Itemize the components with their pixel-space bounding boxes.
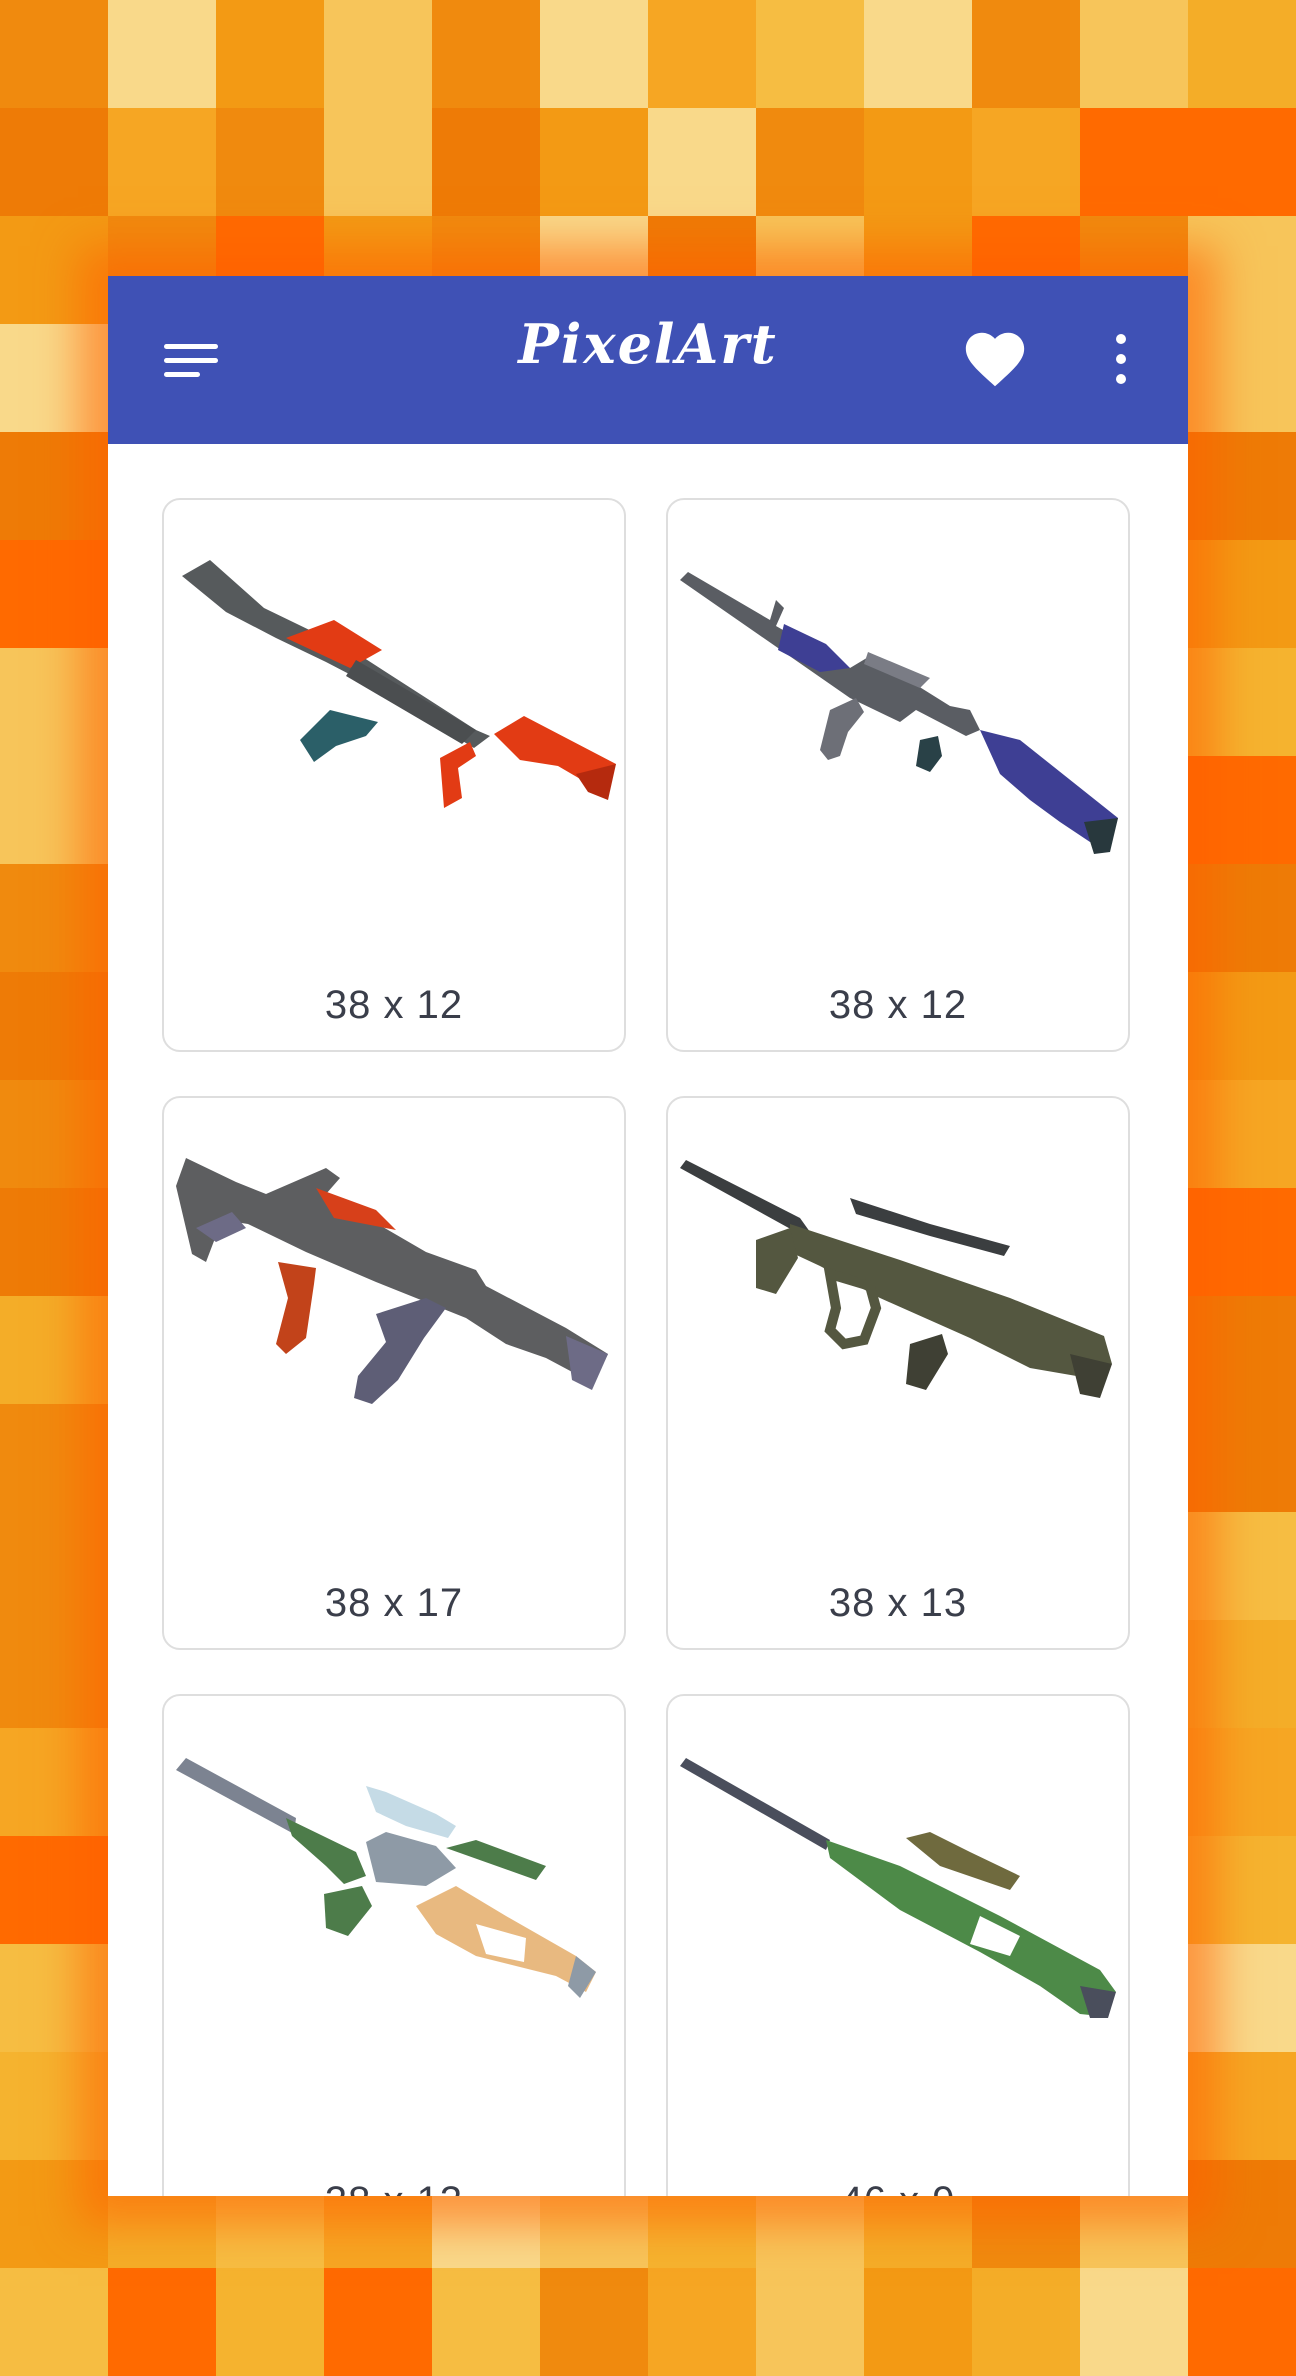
assault-rifle-red-thumbnail xyxy=(182,560,616,808)
mosaic-tile xyxy=(1080,2268,1188,2376)
mosaic-tile xyxy=(864,0,972,108)
mosaic-tile xyxy=(432,0,540,108)
mosaic-tile xyxy=(0,972,108,1080)
artwork-size-label: 38 x 13 xyxy=(828,1581,968,1625)
mosaic-tile xyxy=(864,108,972,216)
artwork-card[interactable]: 38 x 12 xyxy=(666,498,1130,1052)
mosaic-tile xyxy=(756,0,864,108)
more-options-button[interactable] xyxy=(1106,324,1136,394)
mosaic-tile xyxy=(0,1620,108,1728)
mosaic-tile xyxy=(0,540,108,648)
mosaic-tile xyxy=(1188,972,1296,1080)
mosaic-tile xyxy=(0,0,108,108)
mosaic-tile xyxy=(1188,216,1296,324)
mosaic-tile xyxy=(1188,1404,1296,1512)
artwork-card[interactable]: 46 x 9 xyxy=(666,1694,1130,2196)
mosaic-tile xyxy=(0,1944,108,2052)
mosaic-tile xyxy=(0,648,108,756)
mosaic-tile xyxy=(324,2268,432,2376)
sniper-rifle-green-thumbnail xyxy=(680,1758,1116,2018)
mosaic-tile xyxy=(0,864,108,972)
mosaic-tile xyxy=(216,0,324,108)
mosaic-tile xyxy=(1188,1728,1296,1836)
mosaic-tile xyxy=(432,108,540,216)
mosaic-tile xyxy=(1080,0,1188,108)
artwork-size-label: 38 x 13 xyxy=(164,2179,624,2196)
mosaic-tile xyxy=(1188,1188,1296,1296)
assault-rifle-purple-thumbnail xyxy=(680,572,1118,854)
mosaic-tile xyxy=(324,0,432,108)
mosaic-tile xyxy=(1188,1620,1296,1728)
artwork-size-label: 46 x 9 xyxy=(668,2179,1128,2196)
mosaic-tile xyxy=(648,2268,756,2376)
mosaic-tile xyxy=(0,756,108,864)
mosaic-tile xyxy=(0,1404,108,1512)
app-window: PixelArt 38 x 12 38 x 12 38 x 17 38 x 13 xyxy=(108,276,1188,2196)
mosaic-tile xyxy=(0,1296,108,1404)
mosaic-tile xyxy=(1188,1080,1296,1188)
mosaic-tile xyxy=(0,1512,108,1620)
mosaic-tile xyxy=(0,1188,108,1296)
mosaic-tile xyxy=(1188,1944,1296,2052)
mosaic-tile xyxy=(540,0,648,108)
artwork-size-label: 38 x 12 xyxy=(828,983,968,1027)
artwork-card[interactable]: 38 x 17 xyxy=(162,1096,626,1650)
mosaic-tile xyxy=(324,108,432,216)
mosaic-tile xyxy=(1188,1512,1296,1620)
mosaic-tile xyxy=(1188,540,1296,648)
mosaic-tile xyxy=(540,2268,648,2376)
artwork-size-label: 38 x 12 xyxy=(324,983,464,1027)
mosaic-tile xyxy=(1188,2268,1296,2376)
app-bar: PixelArt xyxy=(108,276,1188,444)
heart-icon xyxy=(965,332,1025,387)
mosaic-tile xyxy=(648,0,756,108)
mosaic-tile xyxy=(1188,648,1296,756)
mosaic-tile xyxy=(0,432,108,540)
mosaic-tile xyxy=(0,2052,108,2160)
mosaic-tile xyxy=(1188,324,1296,432)
mosaic-tile xyxy=(540,108,648,216)
bullpup-rifle-orange-thumbnail xyxy=(176,1158,608,1404)
mosaic-tile xyxy=(0,216,108,324)
mosaic-tile xyxy=(972,108,1080,216)
mosaic-tile xyxy=(216,108,324,216)
mosaic-tile xyxy=(0,1728,108,1836)
mosaic-tile xyxy=(648,108,756,216)
mosaic-tile xyxy=(1188,756,1296,864)
mosaic-tile xyxy=(1188,108,1296,216)
mosaic-tile xyxy=(1188,2160,1296,2268)
mosaic-tile xyxy=(756,108,864,216)
mosaic-tile xyxy=(0,108,108,216)
mosaic-tile xyxy=(972,2268,1080,2376)
mosaic-tile xyxy=(1188,1836,1296,1944)
mosaic-tile xyxy=(1188,432,1296,540)
mosaic-tile xyxy=(432,2268,540,2376)
mosaic-tile xyxy=(0,2268,108,2376)
mosaic-tile xyxy=(1188,0,1296,108)
mosaic-tile xyxy=(108,2268,216,2376)
mosaic-tile xyxy=(1188,1296,1296,1404)
mosaic-tile xyxy=(1188,2052,1296,2160)
artwork-size-label: 38 x 17 xyxy=(324,1581,464,1625)
mosaic-tile xyxy=(756,2268,864,2376)
mosaic-tile xyxy=(108,0,216,108)
scoped-rifle-olive-thumbnail xyxy=(680,1160,1112,1398)
mosaic-tile xyxy=(108,108,216,216)
mosaic-tile xyxy=(972,0,1080,108)
favorites-button[interactable] xyxy=(960,324,1030,394)
artwork-card[interactable]: 38 x 13 xyxy=(666,1096,1130,1650)
mosaic-tile xyxy=(0,1836,108,1944)
artwork-grid: 38 x 12 38 x 12 38 x 17 38 x 13 xyxy=(108,444,1188,2196)
mosaic-tile xyxy=(0,324,108,432)
mosaic-tile xyxy=(1188,864,1296,972)
sniper-rifle-tan-thumbnail xyxy=(176,1758,596,1998)
mosaic-tile xyxy=(0,2160,108,2268)
mosaic-tile xyxy=(864,2268,972,2376)
artwork-card[interactable]: 38 x 12 xyxy=(162,498,626,1052)
mosaic-tile xyxy=(216,2268,324,2376)
artwork-card[interactable]: 38 x 13 xyxy=(162,1694,626,2196)
mosaic-tile xyxy=(1080,108,1188,216)
mosaic-tile xyxy=(0,1080,108,1188)
